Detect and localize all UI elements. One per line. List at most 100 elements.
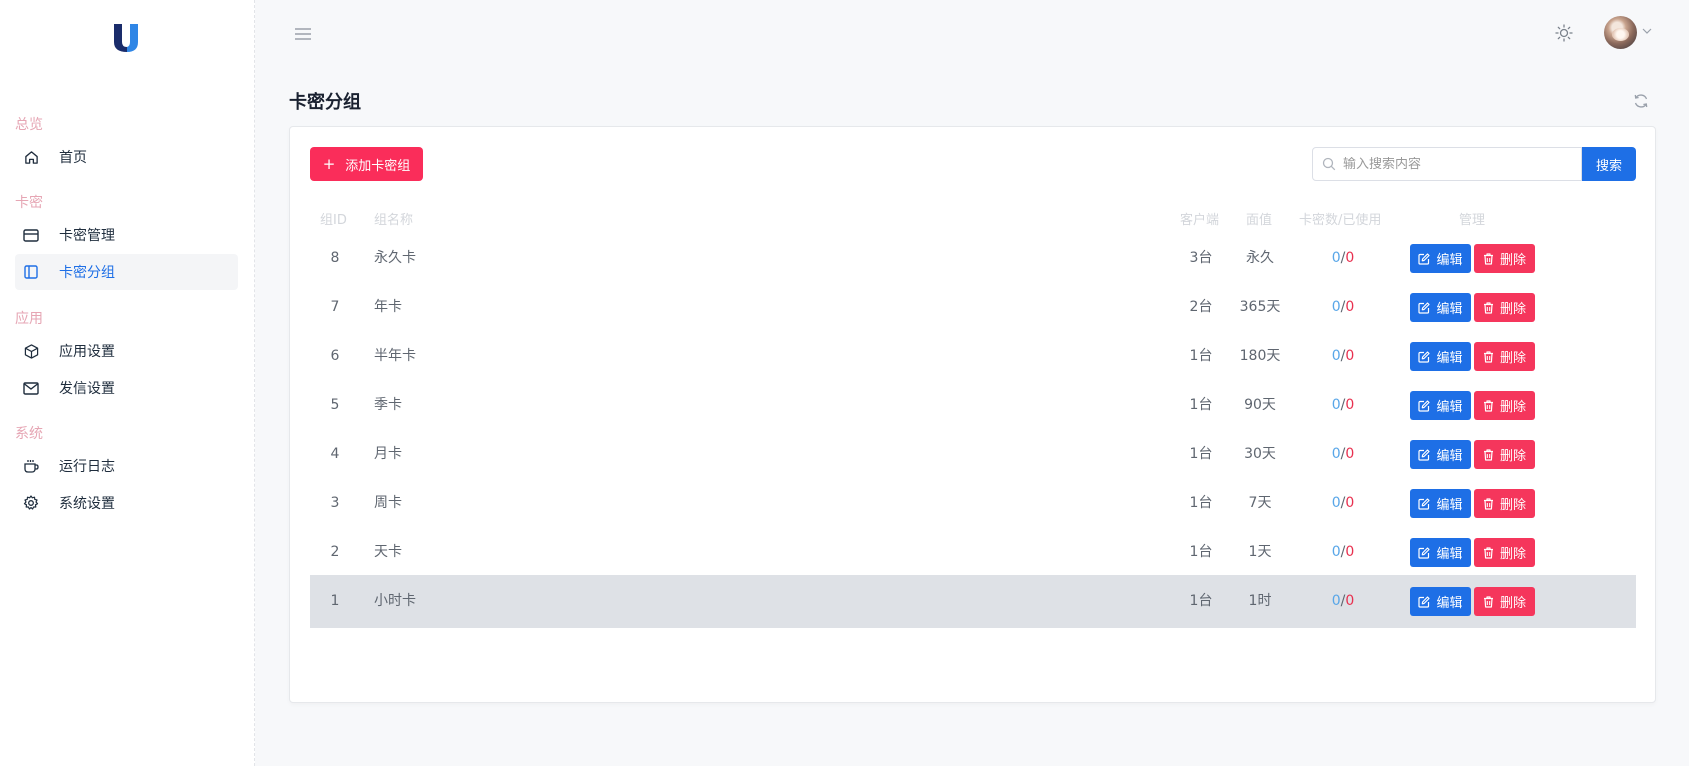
box-icon [23,343,39,359]
cell-id: 1 [330,593,340,609]
sidebar-item-card-manage[interactable]: 卡密管理 [15,217,238,253]
edit-button[interactable]: 编辑 [1410,489,1471,518]
sidebar-item-logs[interactable]: 运行日志 [15,448,238,484]
table-row: 8 永久卡 3台 永久 0/0 编辑 删除 [310,232,1636,285]
delete-label: 删除 [1499,596,1526,611]
sidebar-item-system-settings[interactable]: 系统设置 [15,485,238,521]
table-row: 2 天卡 1台 1天 0/0 编辑 删除 [310,526,1636,579]
edit-icon [1418,350,1431,363]
used-count: 0 [1331,446,1341,462]
edit-label: 编辑 [1436,449,1463,464]
cell-id: 5 [330,397,340,413]
edit-label: 编辑 [1436,498,1463,513]
sidebar-item-label: 卡密分组 [59,265,115,281]
trash-icon [1483,350,1493,363]
nav-section-app: 应用 [15,311,43,327]
table-row: 7 年卡 2台 365天 0/0 编辑 删除 [310,281,1636,334]
total-count: 0 [1345,348,1355,364]
cell-count: 0/0 [1313,526,1373,579]
cell-client: 3台 [1189,250,1213,266]
search-box [1312,147,1582,181]
edit-label: 编辑 [1436,400,1463,415]
delete-button[interactable]: 删除 [1474,538,1535,567]
card-group-panel: + 添加卡密组 搜索 组ID 组名称 客户端 面值 卡密数/已使用 管理 8 永久… [289,126,1656,703]
cell-name: 永久卡 [374,250,416,266]
sidebar-item-label: 应用设置 [59,344,115,360]
table-row: 6 半年卡 1台 180天 0/0 编辑 删除 [310,330,1636,383]
edit-icon [1418,301,1431,314]
mail-icon [23,380,39,396]
cell-client: 1台 [1189,397,1213,413]
cell-name: 季卡 [374,397,402,413]
edit-button[interactable]: 编辑 [1410,587,1471,616]
cell-name: 月卡 [374,446,402,462]
menu-toggle-icon[interactable] [294,26,312,42]
edit-button[interactable]: 编辑 [1410,293,1471,322]
total-count: 0 [1345,250,1355,266]
gear-icon [23,495,39,511]
used-count: 0 [1331,348,1341,364]
sidebar-item-mail-settings[interactable]: 发信设置 [15,370,238,406]
sidebar-item-card-group[interactable]: 卡密分组 [15,254,238,290]
avatar[interactable] [1604,16,1637,49]
delete-button[interactable]: 删除 [1474,293,1535,322]
add-card-group-button[interactable]: + 添加卡密组 [310,147,423,181]
search-input[interactable] [1343,156,1563,172]
edit-icon [1418,399,1431,412]
edit-button[interactable]: 编辑 [1410,342,1471,371]
trash-icon [1483,399,1493,412]
sun-icon[interactable] [1555,24,1573,42]
cell-face: 365天 [1239,299,1281,315]
total-count: 0 [1345,446,1355,462]
used-count: 0 [1331,544,1341,560]
delete-label: 删除 [1499,302,1526,317]
trash-icon [1483,448,1493,461]
delete-button[interactable]: 删除 [1474,440,1535,469]
edit-button[interactable]: 编辑 [1410,538,1471,567]
logo-icon[interactable] [114,22,140,52]
trash-icon [1483,595,1493,608]
cell-client: 1台 [1189,593,1213,609]
delete-label: 删除 [1499,547,1526,562]
cell-face: 180天 [1239,348,1281,364]
nav-section-card: 卡密 [15,195,43,211]
trash-icon [1483,252,1493,265]
cell-count: 0/0 [1313,379,1373,432]
delete-button[interactable]: 删除 [1474,587,1535,616]
layout-icon [23,264,39,280]
plus-icon: + [322,155,336,173]
chevron-down-icon[interactable] [1642,27,1652,35]
delete-label: 删除 [1499,400,1526,415]
table-row: 4 月卡 1台 30天 0/0 编辑 删除 [310,428,1636,481]
used-count: 0 [1331,495,1341,511]
search-button[interactable]: 搜索 [1582,147,1636,181]
sidebar-item-label: 系统设置 [59,496,115,512]
delete-button[interactable]: 删除 [1474,391,1535,420]
table-header: 组ID 组名称 客户端 面值 卡密数/已使用 管理 [310,209,1636,231]
delete-button[interactable]: 删除 [1474,244,1535,273]
cell-id: 6 [330,348,340,364]
cell-count: 0/0 [1313,477,1373,530]
delete-button[interactable]: 删除 [1474,489,1535,518]
cell-id: 4 [330,446,340,462]
cell-name: 周卡 [374,495,402,511]
edit-button[interactable]: 编辑 [1410,440,1471,469]
cell-face: 1天 [1248,544,1272,560]
edit-button[interactable]: 编辑 [1410,391,1471,420]
refresh-icon[interactable] [1633,93,1649,109]
cell-count: 0/0 [1313,428,1373,481]
cell-face: 7天 [1248,495,1272,511]
sidebar-item-app-settings[interactable]: 应用设置 [15,333,238,369]
total-count: 0 [1345,544,1355,560]
cell-client: 1台 [1189,348,1213,364]
edit-label: 编辑 [1436,253,1463,268]
sidebar-item-home[interactable]: 首页 [15,139,238,175]
sidebar-item-label: 运行日志 [59,459,115,475]
edit-label: 编辑 [1436,547,1463,562]
edit-button[interactable]: 编辑 [1410,244,1471,273]
edit-icon [1418,546,1431,559]
delete-button[interactable]: 删除 [1474,342,1535,371]
table-row: 3 周卡 1台 7天 0/0 编辑 删除 [310,477,1636,530]
delete-label: 删除 [1499,449,1526,464]
edit-label: 编辑 [1436,351,1463,366]
